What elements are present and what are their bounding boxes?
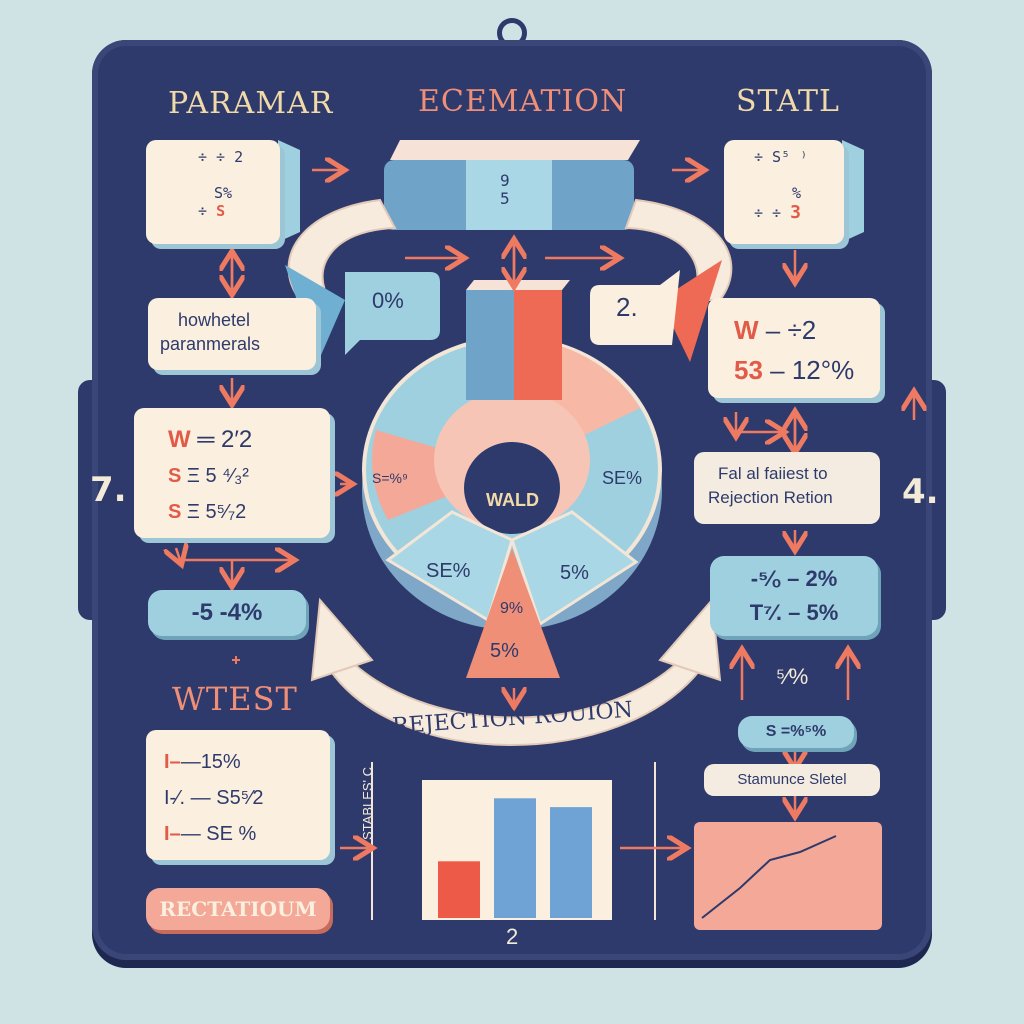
wtest-card-r3-red: I– <box>164 823 181 845</box>
note-left-line1: howhetel <box>178 310 251 330</box>
bar-axis-label: STABLES' C <box>360 766 375 840</box>
top-left-card-line3-prefix: ÷ <box>198 202 208 220</box>
top-center-box-line1: 9 <box>500 171 510 190</box>
small-percent-label: ⁵⁄% <box>776 664 809 689</box>
top-center-box-text: 9 5 <box>500 172 510 208</box>
bubble-right-text: 2. <box>616 292 638 322</box>
formula-left-card: W ═ 2′2 S Ξ 5 ⁴⁄₃² S Ξ 5⁵⁄₇2 <box>134 408 330 538</box>
wald-right-label: SE% <box>602 468 643 488</box>
formula-left-r3: Ξ 5⁵⁄₇2 <box>186 501 247 523</box>
pill-right: -⁵⁄ₒ – 2% T⁷⁄. – 5% <box>710 556 878 636</box>
formula-left-r1-red: W <box>168 426 191 453</box>
top-left-card: ÷ ÷ 2 S% ÷ S <box>146 140 280 244</box>
pill-small: S =%⁵% <box>738 716 854 748</box>
top-right-card-line2: % <box>792 184 802 202</box>
formula-left-r1: ═ 2′2 <box>197 426 253 453</box>
card-right-w-r2: – 12°% <box>770 355 855 385</box>
rectation-button[interactable]: RECTATIOUM <box>146 888 330 930</box>
bar-x-label: 2 <box>506 924 519 949</box>
triangle-bottom-label: 5% <box>490 640 519 662</box>
wtest-title: WTEST <box>172 680 298 718</box>
note-right: Fal al faiiest to Rejection Retion <box>694 452 880 524</box>
top-left-card-line1: ÷ ÷ 2 <box>198 148 244 166</box>
wald-left-label: S=%⁹ <box>372 470 408 486</box>
formula-left-r2-red: S <box>168 465 182 487</box>
note-left-line2: paranmerals <box>160 334 261 354</box>
formula-left-r2: Ξ 5 ⁴⁄₃² <box>186 465 249 487</box>
pill-right-line1: -⁵⁄ₒ – 2% <box>750 566 838 591</box>
top-right-card-line3-prefix: ÷ ÷ <box>754 204 782 222</box>
top-right-card: ÷ S⁵ ⁾ % ÷ ÷ 3 <box>724 140 844 244</box>
pill-left: -5 -4% <box>148 590 306 636</box>
bar-a <box>438 861 480 918</box>
bar-c <box>550 807 592 918</box>
top-center-box-line2: 5 <box>500 189 510 208</box>
triangle-top-label: 9% <box>500 600 524 617</box>
top-right-card-line3-red: 3 <box>790 202 801 223</box>
formula-left-r3-red: S <box>168 501 182 523</box>
note-right-line1: Fal al faiiest to <box>718 464 828 483</box>
note-left: howhetel paranmerals <box>148 298 316 370</box>
wald-bottom-left-label: SE% <box>426 560 471 582</box>
line-chart-panel <box>694 822 882 930</box>
wald-bottom-right-label: 5% <box>560 562 589 584</box>
wtest-card-r1: —15% <box>180 751 241 773</box>
label-stamunce: Stamunce Sletel <box>704 764 880 796</box>
top-right-card-line1: ÷ S⁵ ⁾ <box>754 148 809 166</box>
wtest-card-r2: I-⁄. — S5⁵⁄2 <box>164 787 264 809</box>
donut-hole <box>464 442 560 534</box>
wtest-card: I–—15% I-⁄. — S5⁵⁄2 I–— SE % <box>146 730 330 860</box>
card-right-w-r1-red: W <box>734 315 759 345</box>
wtest-card-r3: — SE % <box>180 823 257 845</box>
top-left-card-line3-red: S <box>216 202 226 220</box>
wald-center-label: WALD <box>486 490 539 510</box>
note-right-line2: Rejection Retion <box>708 488 833 507</box>
bar-b <box>494 798 536 918</box>
bubble-left-text: 0% <box>372 288 404 313</box>
card-right-w-r1: – ÷2 <box>765 315 817 345</box>
wtest-card-r1-red: I– <box>164 751 181 773</box>
top-left-card-line2: S% <box>214 184 233 202</box>
card-right-w-r2-red: 53 <box>734 355 763 385</box>
card-right-w: W – ÷2 53 – 12°% <box>708 298 880 398</box>
pill-right-line2: T⁷⁄. – 5% <box>749 600 839 625</box>
